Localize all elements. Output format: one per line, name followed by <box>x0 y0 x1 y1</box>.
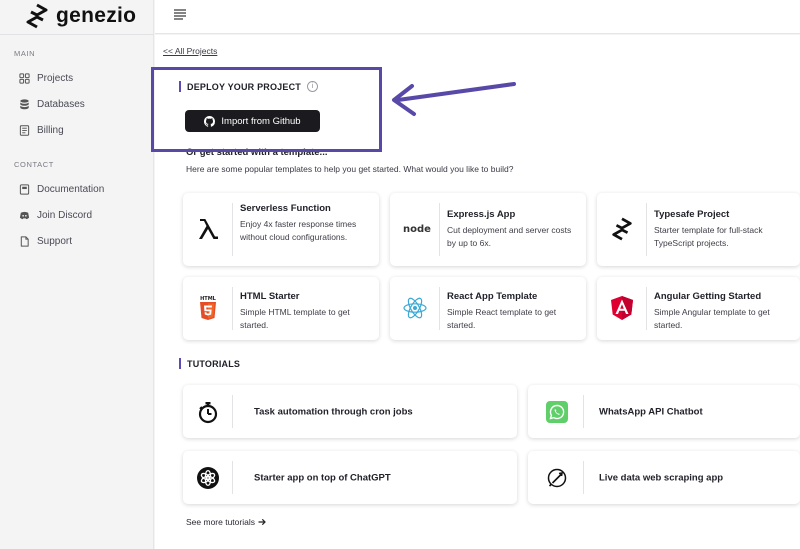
react-icon <box>402 295 428 321</box>
card-divider <box>232 395 233 428</box>
top-bar <box>155 0 800 34</box>
sidebar-item-label: Databases <box>37 98 85 110</box>
tutorials-heading-text: TUTORIALS <box>187 358 241 369</box>
card-description: Simple Angular template to get started. <box>654 307 770 330</box>
sidebar-item-label: Support <box>37 235 73 247</box>
card-title: WhatsApp API Chatbot <box>599 406 703 417</box>
discord-icon <box>19 211 30 219</box>
grid-icon <box>19 72 30 84</box>
sidebar-item-support[interactable]: Support <box>19 233 72 249</box>
card-divider <box>232 287 233 330</box>
billing-icon <box>19 124 30 136</box>
template-card-express[interactable]: node Express.js App Cut deployment and s… <box>390 193 586 266</box>
section-label-contact: CONTACT <box>14 160 54 169</box>
template-card-html[interactable]: HTML HTML Starter Simple HTML template t… <box>183 277 379 340</box>
sidebar-item-billing[interactable]: Billing <box>19 122 64 138</box>
card-title: React App Template <box>447 291 538 302</box>
sidebar: genezio MAIN Projects Databases Billing … <box>0 0 154 549</box>
card-divider <box>439 287 440 330</box>
openai-icon <box>195 465 221 491</box>
card-description: Starter template for full-stack TypeScri… <box>654 225 763 248</box>
card-title: Serverless Function <box>240 203 331 214</box>
sidebar-item-databases[interactable]: Databases <box>19 96 85 112</box>
card-divider <box>232 461 233 494</box>
brand-name: genezio <box>56 4 137 27</box>
sidebar-item-projects[interactable]: Projects <box>19 70 73 86</box>
sidebar-item-label: Join Discord <box>37 209 93 221</box>
card-title: Live data web scraping app <box>599 472 724 483</box>
sidebar-item-documentation[interactable]: Documentation <box>19 181 104 197</box>
genezio-logo-icon <box>26 3 48 29</box>
card-title: Task automation through cron jobs <box>254 406 413 417</box>
angular-icon <box>609 295 635 321</box>
node-icon-text: node <box>403 223 431 235</box>
card-description: Cut deployment and server costs by up to… <box>447 225 572 248</box>
sidebar-divider <box>0 34 154 35</box>
card-divider <box>646 203 647 256</box>
card-divider <box>646 287 647 330</box>
template-card-react[interactable]: React App Template Simple React template… <box>390 277 586 340</box>
templates-subheading: Here are some popular templates to help … <box>186 164 514 174</box>
card-title: Angular Getting Started <box>654 291 762 302</box>
whatsapp-icon <box>544 399 570 425</box>
sidebar-item-label: Documentation <box>37 183 105 195</box>
template-card-serverless[interactable]: Serverless Function Enjoy 4x faster resp… <box>183 193 379 266</box>
sidebar-item-discord[interactable]: Join Discord <box>19 207 92 223</box>
html-icon-text: HTML <box>200 296 217 302</box>
scraper-icon <box>544 465 570 491</box>
card-title: Typesafe Project <box>654 209 730 220</box>
database-icon <box>20 98 29 109</box>
annotation-arrow-icon <box>392 82 516 116</box>
card-divider <box>583 461 584 494</box>
tutorial-card-scraping[interactable]: Live data web scraping app <box>528 451 800 504</box>
heading-accent-bar <box>179 358 181 369</box>
template-card-angular[interactable]: Angular Getting Started Simple Angular t… <box>597 277 800 340</box>
all-projects-link[interactable]: << All Projects <box>163 46 217 56</box>
template-card-typesafe[interactable]: Typesafe Project Starter template for fu… <box>597 193 800 266</box>
brand-logo[interactable]: genezio <box>24 2 136 30</box>
tutorial-card-chatgpt[interactable]: Starter app on top of ChatGPT <box>183 451 517 504</box>
card-title: Express.js App <box>447 209 516 220</box>
sidebar-item-label: Projects <box>37 72 74 84</box>
document-icon <box>20 235 29 247</box>
card-divider <box>439 203 440 256</box>
card-description: Enjoy 4x faster response times without c… <box>240 219 357 242</box>
card-divider <box>232 203 233 256</box>
stopwatch-icon <box>195 399 221 425</box>
node-icon: node <box>402 216 432 242</box>
lambda-icon <box>195 216 221 242</box>
genezio-logo-icon <box>609 216 635 242</box>
card-description: Simple HTML template to get started. <box>240 307 350 330</box>
see-more-tutorials-link[interactable]: See more tutorials <box>186 517 266 527</box>
section-label-main: MAIN <box>14 49 36 58</box>
tutorial-card-whatsapp[interactable]: WhatsApp API Chatbot <box>528 385 800 438</box>
menu-icon[interactable] <box>173 8 187 20</box>
highlight-box <box>151 67 382 152</box>
sidebar-item-label: Billing <box>37 124 64 136</box>
arrow-right-icon <box>258 518 266 526</box>
card-description: Simple React template to get started. <box>447 307 557 330</box>
html5-icon: HTML <box>195 295 221 321</box>
card-divider <box>583 395 584 428</box>
tutorial-card-cron[interactable]: Task automation through cron jobs <box>183 385 517 438</box>
see-more-label: See more tutorials <box>186 517 255 527</box>
tutorials-section-heading: TUTORIALS <box>179 358 240 369</box>
book-icon <box>19 183 30 195</box>
card-title: HTML Starter <box>240 291 300 302</box>
card-title: Starter app on top of ChatGPT <box>254 472 391 483</box>
